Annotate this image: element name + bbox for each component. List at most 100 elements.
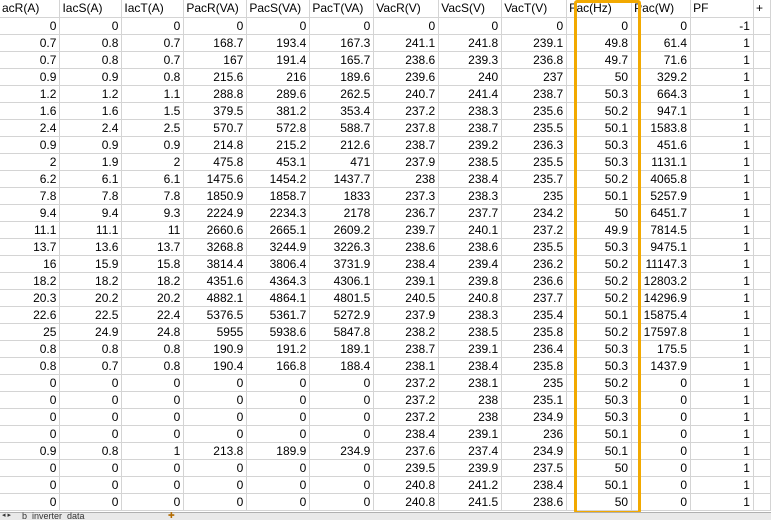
table-cell[interactable] <box>753 357 771 375</box>
table-cell[interactable]: 5847.8 <box>309 323 375 341</box>
table-cell[interactable]: 240.8 <box>438 289 503 307</box>
table-cell[interactable]: 0 <box>183 459 248 477</box>
table-cell[interactable]: 0 <box>59 374 123 392</box>
table-cell[interactable]: 241.4 <box>438 85 503 103</box>
table-cell[interactable]: 49.7 <box>566 51 633 69</box>
column-header-cell[interactable]: + <box>753 0 771 18</box>
table-cell[interactable] <box>753 68 771 86</box>
table-cell[interactable]: 235.4 <box>501 306 568 324</box>
table-cell[interactable]: 0 <box>631 442 692 460</box>
table-cell[interactable]: 50 <box>566 204 633 222</box>
table-cell[interactable]: 235.6 <box>501 102 568 120</box>
table-cell[interactable]: 238.4 <box>438 357 503 375</box>
table-cell[interactable] <box>753 187 771 205</box>
table-cell[interactable]: 237.9 <box>373 306 440 324</box>
table-cell[interactable]: 2 <box>121 153 185 171</box>
table-cell[interactable]: 238.7 <box>501 85 568 103</box>
table-cell[interactable]: 239.2 <box>438 136 503 154</box>
table-cell[interactable]: 0 <box>121 374 185 392</box>
table-cell[interactable] <box>753 425 771 443</box>
table-cell[interactable]: 0 <box>566 17 633 35</box>
table-cell[interactable]: 11.1 <box>0 221 61 239</box>
table-cell[interactable]: 20.2 <box>121 289 185 307</box>
table-cell[interactable]: 50.2 <box>566 289 633 307</box>
table-cell[interactable]: 50.2 <box>566 255 633 273</box>
table-cell[interactable]: -1 <box>690 17 754 35</box>
table-cell[interactable]: 50 <box>566 459 633 477</box>
table-cell[interactable] <box>753 289 771 307</box>
table-cell[interactable]: 13.7 <box>0 238 61 256</box>
table-cell[interactable]: 1.1 <box>121 85 185 103</box>
table-cell[interactable]: 289.6 <box>246 85 311 103</box>
table-cell[interactable]: 0.8 <box>0 340 61 358</box>
table-cell[interactable]: 238 <box>438 391 503 409</box>
table-cell[interactable]: 1 <box>690 442 754 460</box>
table-cell[interactable]: 238 <box>373 170 440 188</box>
table-cell[interactable]: 2.4 <box>59 119 123 137</box>
table-cell[interactable]: 11147.3 <box>631 255 692 273</box>
table-cell[interactable]: 1 <box>690 493 754 511</box>
table-cell[interactable]: 240.5 <box>373 289 440 307</box>
table-cell[interactable]: 2660.6 <box>183 221 248 239</box>
column-header-cell[interactable]: IacT(A) <box>121 0 185 18</box>
table-cell[interactable]: 238 <box>438 408 503 426</box>
table-cell[interactable]: 237.2 <box>373 102 440 120</box>
table-cell[interactable]: 239.1 <box>438 340 503 358</box>
table-cell[interactable]: 9.4 <box>59 204 123 222</box>
table-cell[interactable]: 288.8 <box>183 85 248 103</box>
table-cell[interactable]: 50.1 <box>566 187 633 205</box>
table-cell[interactable] <box>753 204 771 222</box>
table-cell[interactable]: 7.8 <box>59 187 123 205</box>
table-cell[interactable] <box>753 374 771 392</box>
table-cell[interactable]: 237.4 <box>438 442 503 460</box>
table-cell[interactable]: 71.6 <box>631 51 692 69</box>
table-cell[interactable]: 3244.9 <box>246 238 311 256</box>
table-cell[interactable]: 239.9 <box>438 459 503 477</box>
table-cell[interactable]: 0 <box>0 425 61 443</box>
table-cell[interactable]: 22.5 <box>59 306 123 324</box>
table-cell[interactable]: 1 <box>690 425 754 443</box>
table-cell[interactable]: 5938.6 <box>246 323 311 341</box>
table-cell[interactable]: 13.7 <box>121 238 185 256</box>
table-cell[interactable]: 239.3 <box>438 51 503 69</box>
table-cell[interactable]: 0 <box>59 17 123 35</box>
table-cell[interactable]: 2.5 <box>121 119 185 137</box>
table-cell[interactable]: 189.6 <box>309 68 375 86</box>
table-cell[interactable]: 50.3 <box>566 357 633 375</box>
table-cell[interactable]: 0 <box>183 476 248 494</box>
table-cell[interactable]: 234.9 <box>501 408 568 426</box>
table-cell[interactable]: 0 <box>631 425 692 443</box>
table-cell[interactable]: 238.5 <box>438 323 503 341</box>
table-cell[interactable]: 239.6 <box>373 68 440 86</box>
table-cell[interactable] <box>753 238 771 256</box>
table-cell[interactable]: 0 <box>0 374 61 392</box>
column-header-cell[interactable]: acR(A) <box>0 0 61 18</box>
table-cell[interactable]: 5376.5 <box>183 306 248 324</box>
table-cell[interactable]: 588.7 <box>309 119 375 137</box>
table-cell[interactable]: 237.3 <box>373 187 440 205</box>
table-cell[interactable]: 0 <box>0 17 61 35</box>
table-cell[interactable]: 1 <box>690 187 754 205</box>
table-cell[interactable]: 1 <box>690 68 754 86</box>
table-cell[interactable]: 0 <box>246 17 311 35</box>
table-cell[interactable]: 1 <box>690 391 754 409</box>
table-cell[interactable] <box>753 408 771 426</box>
table-cell[interactable] <box>753 51 771 69</box>
table-cell[interactable]: 379.5 <box>183 102 248 120</box>
sheet-tab[interactable]: b_inverter_data <box>22 512 85 519</box>
table-cell[interactable]: 238.5 <box>438 153 503 171</box>
table-cell[interactable] <box>753 272 771 290</box>
table-cell[interactable]: 241.1 <box>373 34 440 52</box>
table-cell[interactable]: 0 <box>121 17 185 35</box>
table-cell[interactable]: 234.9 <box>309 442 375 460</box>
column-header-cell[interactable]: Fac(Hz) <box>566 0 633 18</box>
table-cell[interactable]: 0 <box>246 391 311 409</box>
table-cell[interactable]: 50.3 <box>566 238 633 256</box>
table-cell[interactable]: 237 <box>501 68 568 86</box>
table-cell[interactable]: 0.7 <box>121 34 185 52</box>
table-cell[interactable]: 240 <box>438 68 503 86</box>
table-cell[interactable]: 190.4 <box>183 357 248 375</box>
add-sheet-icon[interactable]: ✚ <box>168 512 178 520</box>
table-cell[interactable]: 18.2 <box>0 272 61 290</box>
table-cell[interactable]: 1 <box>690 85 754 103</box>
